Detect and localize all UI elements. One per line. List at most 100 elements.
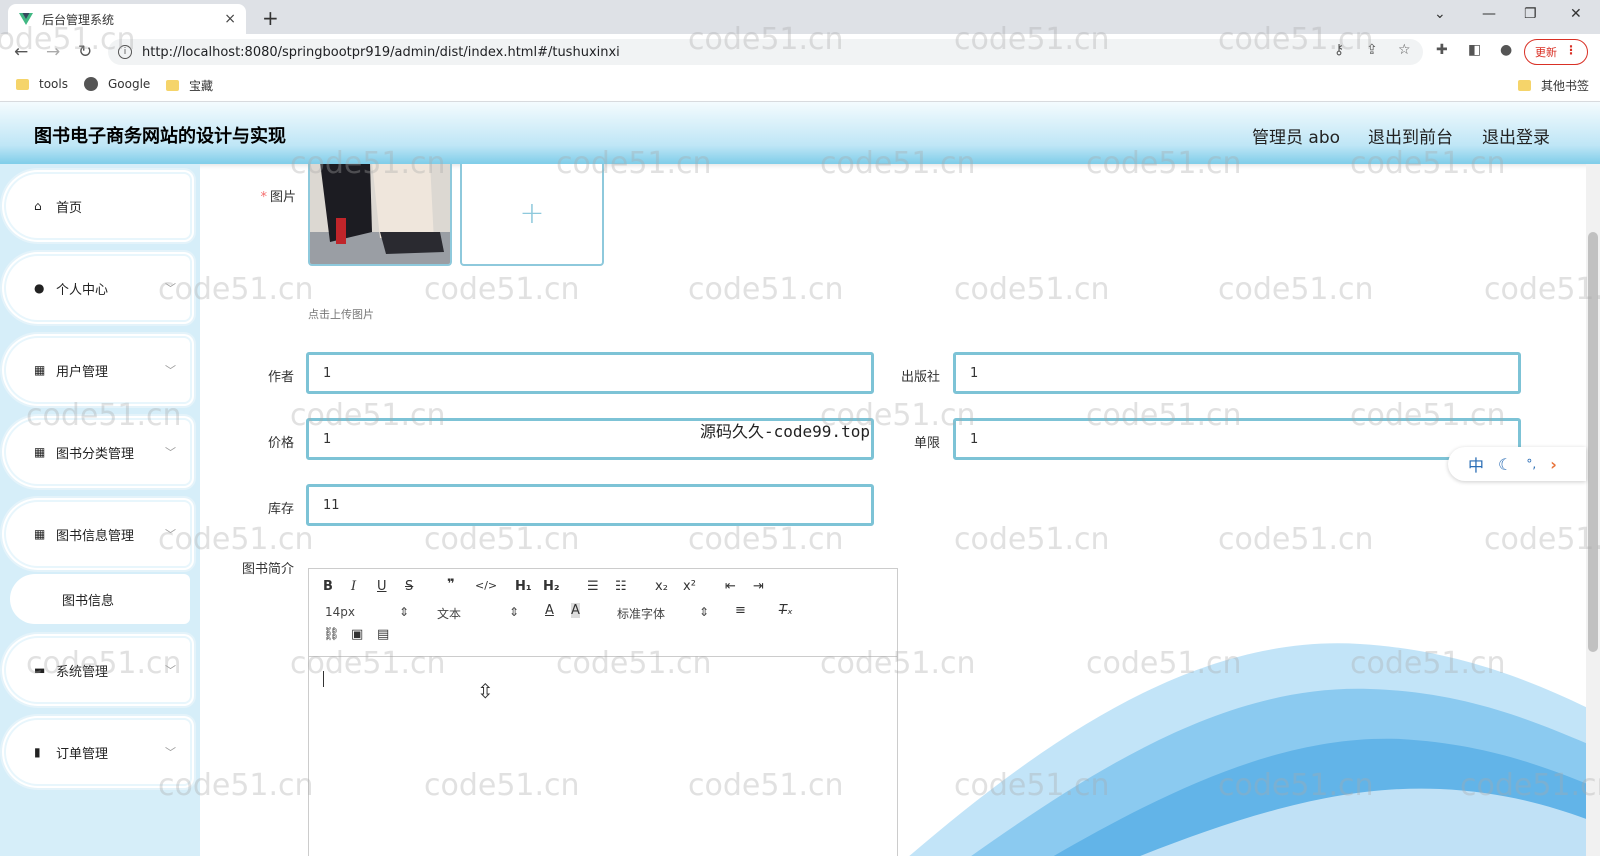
clear-format-icon[interactable]: T̶ₓ: [779, 603, 793, 618]
sidebar-item-system[interactable]: ▬ 系统管理 ﹀: [6, 638, 190, 702]
share-icon[interactable]: ⇪: [1366, 42, 1378, 58]
sidebar-item-book-info-mgmt[interactable]: ▦ 图书信息管理 ﹀: [6, 502, 190, 566]
sidebar-item-users[interactable]: ▦ 用户管理 ﹀: [6, 338, 190, 402]
rich-text-editor: B I U S ❞ </> H₁ H₂ ☰ ☷ x₂ x² ⇤ ⇥ 14px ⇕…: [308, 568, 898, 856]
url-text: http://localhost:8080/springbootpr919/ad…: [142, 44, 620, 60]
sidebar-item-home[interactable]: ⌂ 首页: [6, 174, 190, 238]
decorative-waves: [909, 643, 1586, 856]
restore-icon[interactable]: ❐: [1524, 6, 1537, 22]
h2-button[interactable]: H₂: [543, 579, 560, 594]
text-color-icon[interactable]: A: [545, 603, 554, 618]
bookmark-treasure[interactable]: 宝藏: [166, 77, 213, 94]
mouse-cursor-icon: ⇳: [477, 679, 494, 703]
back-to-front-link[interactable]: 退出到前台: [1368, 123, 1453, 148]
ime-language[interactable]: 中: [1468, 452, 1484, 476]
profile-icon[interactable]: ●: [1500, 42, 1512, 58]
stock-label: 库存: [267, 502, 294, 517]
page-title: 图书电子商务网站的设计与实现: [34, 126, 286, 147]
uploaded-image-thumbnail[interactable]: [308, 164, 452, 266]
forward-icon[interactable]: →: [46, 42, 60, 62]
code-icon[interactable]: </>: [475, 579, 497, 592]
bullet-list-icon[interactable]: ☷: [615, 579, 627, 594]
editor-toolbar: B I U S ❞ </> H₁ H₂ ☰ ☷ x₂ x² ⇤ ⇥ 14px ⇕…: [309, 569, 897, 657]
stock-input[interactable]: 11: [306, 484, 874, 526]
superscript-button[interactable]: x²: [683, 579, 696, 594]
logout-link[interactable]: 退出登录: [1482, 123, 1550, 148]
strike-button[interactable]: S: [405, 579, 413, 594]
minimize-icon[interactable]: —: [1482, 6, 1496, 22]
url-field[interactable]: i http://localhost:8080/springbootpr919/…: [108, 39, 1423, 65]
browser-tab[interactable]: 后台管理系统 ×: [8, 4, 246, 34]
author-input[interactable]: 1: [306, 352, 874, 394]
font-size-select[interactable]: 14px: [325, 605, 355, 619]
bar-chart-icon: ▮: [34, 745, 41, 759]
indent-icon[interactable]: ⇥: [753, 579, 764, 594]
upload-hint: 点击上传图片: [308, 308, 374, 321]
site-info-icon[interactable]: i: [118, 45, 132, 59]
chevron-down-icon: ﹀: [165, 746, 176, 759]
tab-search-icon[interactable]: ⌄: [1434, 6, 1446, 22]
sidebar-item-book-category[interactable]: ▦ 图书分类管理 ﹀: [6, 420, 190, 484]
video-icon[interactable]: ▤: [377, 627, 389, 642]
outdent-icon[interactable]: ⇤: [725, 579, 736, 594]
underline-button[interactable]: U: [377, 579, 387, 594]
italic-button[interactable]: I: [351, 579, 356, 594]
center-watermark: 源码久久-code99.top: [700, 422, 870, 441]
tab-title: 后台管理系统: [42, 12, 115, 27]
image-label: * 图片: [260, 190, 296, 205]
chevron-down-icon: ﹀: [165, 528, 176, 541]
font-family-select[interactable]: 标准字体: [617, 605, 665, 622]
author-label: 作者: [267, 370, 294, 385]
grid-icon: ▦: [34, 527, 46, 541]
select-arrow-icon: ⇕: [509, 605, 520, 619]
background-color-icon[interactable]: A: [571, 603, 580, 618]
chevron-down-icon: ﹀: [165, 664, 176, 677]
moon-icon[interactable]: ☾: [1498, 455, 1512, 474]
back-icon[interactable]: ←: [14, 42, 28, 62]
block-type-select[interactable]: 文本: [437, 605, 461, 622]
close-tab-icon[interactable]: ×: [224, 11, 236, 27]
folder-icon: [166, 80, 179, 91]
page-scrollbar[interactable]: [1586, 164, 1600, 856]
app-header: 图书电子商务网站的设计与实现 管理员 abo 退出到前台 退出登录: [0, 102, 1600, 164]
select-arrow-icon: ⇕: [699, 605, 710, 619]
image-icon[interactable]: ▣: [351, 627, 363, 642]
vue-logo-icon: [19, 13, 33, 25]
reload-icon[interactable]: ↻: [78, 42, 92, 62]
sidebar-item-orders[interactable]: ▮ 订单管理 ﹀: [6, 720, 190, 784]
publisher-label: 出版社: [900, 370, 940, 385]
sidebar-subitem-book-info[interactable]: 图书信息: [10, 574, 190, 624]
select-arrow-icon: ⇕: [399, 605, 410, 619]
scroll-thumb[interactable]: [1588, 232, 1598, 652]
bookmark-tools[interactable]: tools: [16, 77, 68, 91]
add-image-button[interactable]: +: [460, 164, 604, 266]
blockquote-icon[interactable]: ❞: [447, 577, 455, 592]
sidebar-item-profile[interactable]: ● 个人中心 ﹀: [6, 256, 190, 320]
ordered-list-icon[interactable]: ☰: [587, 579, 599, 594]
ime-punctuation[interactable]: °,: [1526, 457, 1536, 471]
publisher-input[interactable]: 1: [953, 352, 1521, 394]
folder-icon: [16, 78, 29, 90]
extensions-icon[interactable]: ✚: [1436, 42, 1448, 58]
grid-icon: ▦: [34, 445, 46, 459]
ime-toolbar[interactable]: 中 ☾ °, ›: [1448, 447, 1586, 481]
update-button[interactable]: 更新 ⋮: [1524, 39, 1588, 65]
h1-button[interactable]: H₁: [515, 579, 532, 594]
star-icon[interactable]: ☆: [1398, 42, 1411, 58]
subscript-button[interactable]: x₂: [655, 579, 668, 594]
sidepanel-icon[interactable]: ◧: [1468, 42, 1481, 58]
window-close-icon[interactable]: ✕: [1570, 6, 1582, 22]
menu-dots-icon: ⋮: [1565, 43, 1577, 57]
limit-input[interactable]: 1: [953, 418, 1521, 460]
address-bar-row: ← → ↻ i http://localhost:8080/springboot…: [0, 34, 1600, 68]
bookmark-google[interactable]: Google: [84, 77, 150, 91]
sidebar: ⌂ 首页 ● 个人中心 ﹀ ▦ 用户管理 ﹀ ▦ 图书分类管理 ﹀ ▦ 图书信息…: [0, 164, 200, 856]
key-icon[interactable]: ⚷: [1334, 42, 1344, 58]
align-icon[interactable]: ≡: [735, 603, 746, 618]
chevron-right-icon[interactable]: ›: [1550, 455, 1557, 474]
bookmark-other[interactable]: 其他书签: [1518, 77, 1589, 94]
bold-button[interactable]: B: [323, 579, 333, 594]
link-icon[interactable]: ⛓: [323, 627, 340, 642]
new-tab-button[interactable]: +: [262, 6, 279, 30]
briefcase-icon: ▬: [34, 663, 46, 677]
